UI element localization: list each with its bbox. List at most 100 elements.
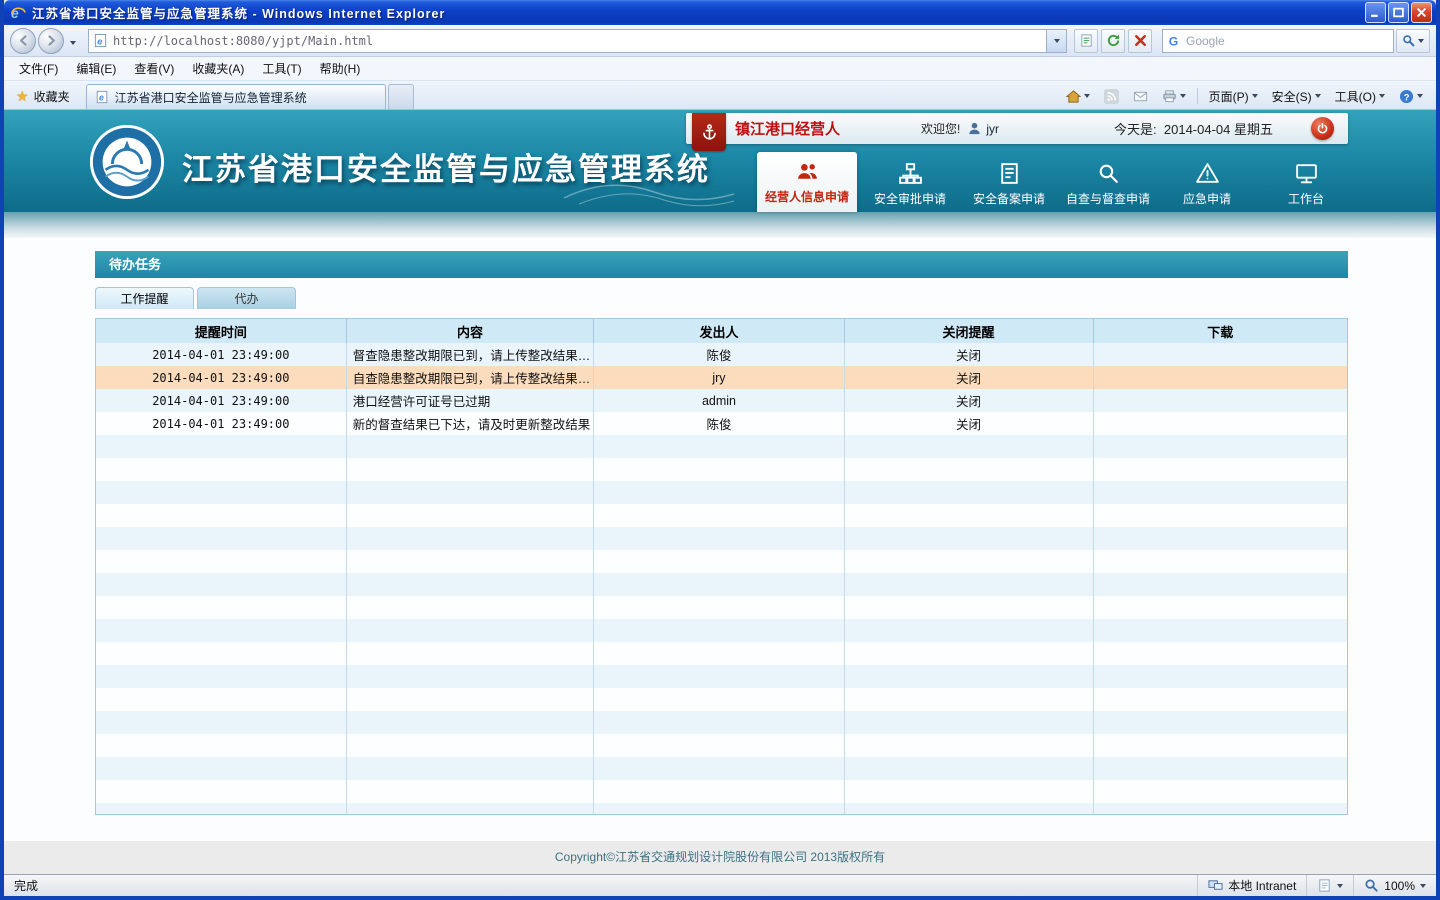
new-tab-stub[interactable] [388,84,414,109]
user-info-strip: 镇江港口经营人 欢迎您! jyr 今天是: 2014-04-04 星期五 [686,113,1348,144]
address-field[interactable]: e [88,29,1067,53]
todo-table-body: 2014-04-01 23:49:00 督查隐患整改期限已到，请上传整改结果… … [96,343,1347,815]
minimize-button[interactable] [1365,2,1386,23]
url-dropdown[interactable] [1046,30,1066,52]
menu-edit[interactable]: 编辑(E) [67,57,125,80]
help-menu-button[interactable]: ? [1394,86,1428,107]
nav-item-emergency[interactable]: 应急申请 [1161,156,1253,212]
nav-item-workbench[interactable]: 工作台 [1260,156,1352,212]
home-button[interactable] [1061,86,1095,107]
empty-row [96,734,1347,757]
column-header-time: 提醒时间 [96,319,346,343]
column-header-sender: 发出人 [594,319,844,343]
svg-text:?: ? [1404,92,1410,102]
close-button[interactable] [1411,2,1432,23]
close-reminder-link[interactable]: 关闭 [844,389,1093,412]
empty-row [96,550,1347,573]
page-zoom-menu[interactable] [1306,875,1353,896]
warning-icon [1195,161,1220,186]
ie-logo-icon: e [10,5,26,21]
page-menu-button[interactable]: 页面(P) [1204,85,1263,108]
nav-item-operator-info[interactable]: 经营人信息申请 [757,152,857,212]
browser-window: e 江苏省港口安全监管与应急管理系统 - Windows Internet Ex… [0,0,1440,900]
table-row: 2014-04-01 23:49:00 督查隐患整改期限已到，请上传整改结果… … [96,343,1347,366]
google-icon: G [1167,34,1181,48]
read-mail-button[interactable] [1128,86,1153,107]
nav-item-safety-approval[interactable]: 安全审批申请 [864,156,956,212]
zoom-icon [1364,878,1379,893]
table-header-row: 提醒时间 内容 发出人 关闭提醒 下载 [96,319,1347,343]
url-input[interactable] [108,30,1046,52]
system-logo [88,123,166,201]
empty-row [96,665,1347,688]
menu-help[interactable]: 帮助(H) [311,57,370,80]
table-row-highlighted: 2014-04-01 23:49:00 自查隐患整改期限已到，请上传整改结果… … [96,366,1347,389]
header-fade-band [4,212,1436,238]
forward-button[interactable] [38,28,64,54]
search-input[interactable] [1181,34,1389,48]
cell-download [1093,366,1347,389]
tools-menu-button[interactable]: 工具(O) [1330,85,1390,108]
browser-tab[interactable]: e 江苏省港口安全监管与应急管理系统 [86,84,386,109]
cell-download [1093,389,1347,412]
compatibility-view-button[interactable] [1074,29,1098,53]
favorites-button[interactable]: ★ 收藏夹 [8,84,78,109]
close-reminder-link[interactable]: 关闭 [844,343,1093,366]
cell-time: 2014-04-01 23:49:00 [96,366,346,389]
empty-row [96,504,1347,527]
maximize-button[interactable] [1388,2,1409,23]
stop-button[interactable] [1128,29,1152,53]
table-row: 2014-04-01 23:49:00 新的督查结果已下达，请及时更新整改结果 … [96,412,1347,435]
zoom-control[interactable]: 100% [1353,875,1436,896]
nav-label: 自查与督查申请 [1066,190,1150,207]
cell-sender: admin [594,389,844,412]
column-header-download: 下载 [1093,319,1347,343]
window-title: 江苏省港口安全监管与应急管理系统 - Windows Internet Expl… [32,3,1363,22]
nav-label: 安全审批申请 [874,190,946,207]
nav-item-inspection[interactable]: 自查与督查申请 [1062,156,1154,212]
close-reminder-link[interactable]: 关闭 [844,366,1093,389]
menu-favorites[interactable]: 收藏夹(A) [183,57,253,80]
empty-row [96,642,1347,665]
cell-content: 督查隐患整改期限已到，请上传整改结果… [346,343,594,366]
tab-pending[interactable]: 代办 [197,287,296,309]
cell-sender: 陈俊 [594,343,844,366]
separator [1197,88,1198,104]
status-text: 完成 [4,877,1197,894]
menu-tools[interactable]: 工具(T) [253,57,310,80]
cell-download [1093,343,1347,366]
empty-row [96,435,1347,458]
refresh-button[interactable] [1101,29,1125,53]
cell-download [1093,412,1347,435]
date-display: 今天是: 2014-04-04 星期五 [1114,119,1273,138]
search-icon [1402,34,1415,47]
safety-menu-button[interactable]: 安全(S) [1267,85,1326,108]
empty-row [96,688,1347,711]
zone-label: 本地 Intranet [1228,877,1296,894]
status-bar: 完成 本地 Intranet 100% [4,874,1436,896]
tab-work-reminders[interactable]: 工作提醒 [95,287,194,309]
date-value: 2014-04-04 星期五 [1164,122,1273,137]
address-bar: e G [4,25,1436,57]
print-button[interactable] [1157,86,1191,107]
safety-menu-label: 安全(S) [1272,88,1312,105]
svg-text:e: e [99,93,104,103]
close-reminder-link[interactable]: 关闭 [844,412,1093,435]
page-viewport: 江苏省港口安全监管与应急管理系统 镇江港口经营人 欢迎您! jyr [4,110,1436,874]
menu-view[interactable]: 查看(V) [125,57,183,80]
security-zone: 本地 Intranet [1197,875,1306,896]
feeds-button[interactable] [1099,86,1124,107]
svg-text:G: G [1169,34,1179,48]
logout-button[interactable] [1311,117,1334,140]
menu-file[interactable]: 文件(F) [10,57,67,80]
ledger-icon [997,161,1022,186]
nav-item-safety-record[interactable]: 安全备案申请 [963,156,1055,212]
main-nav: 经营人信息申请 安全审批申请 安全备案申请 自查与督查申请 应急申请 [757,152,1352,212]
org-chart-icon [898,161,923,186]
search-box[interactable]: G [1162,29,1394,53]
mail-icon [1133,89,1148,104]
empty-row [96,596,1347,619]
back-button[interactable] [10,28,36,54]
history-dropdown[interactable] [66,32,80,50]
search-button[interactable] [1396,29,1430,53]
